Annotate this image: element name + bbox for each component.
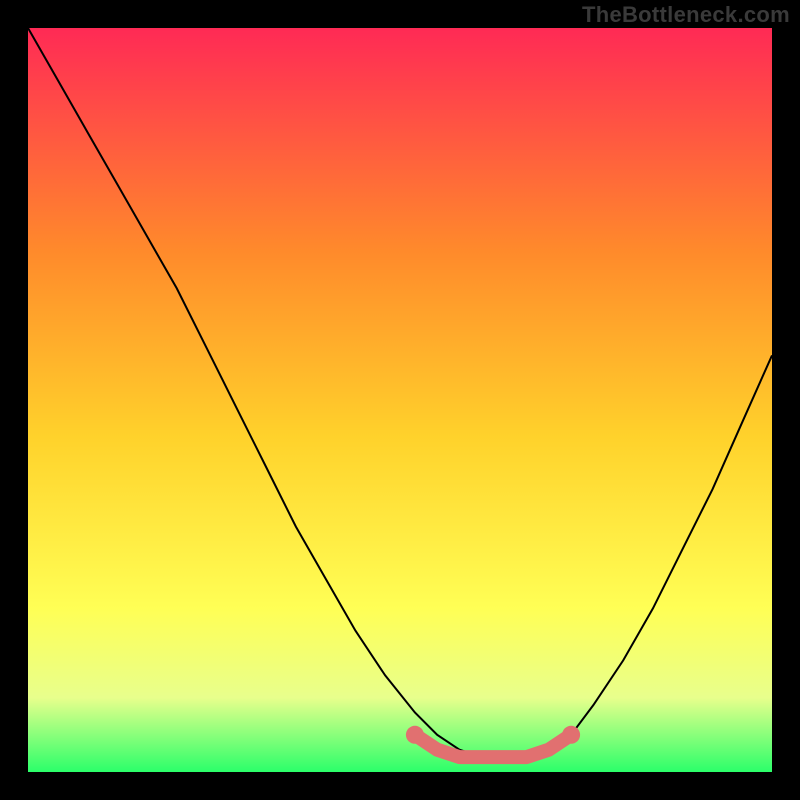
- trough-endpoint: [562, 726, 580, 744]
- bottleneck-chart: [28, 28, 772, 772]
- gradient-background: [28, 28, 772, 772]
- chart-svg: [28, 28, 772, 772]
- chart-frame: TheBottleneck.com: [0, 0, 800, 800]
- trough-endpoint: [406, 726, 424, 744]
- watermark-label: TheBottleneck.com: [582, 2, 790, 28]
